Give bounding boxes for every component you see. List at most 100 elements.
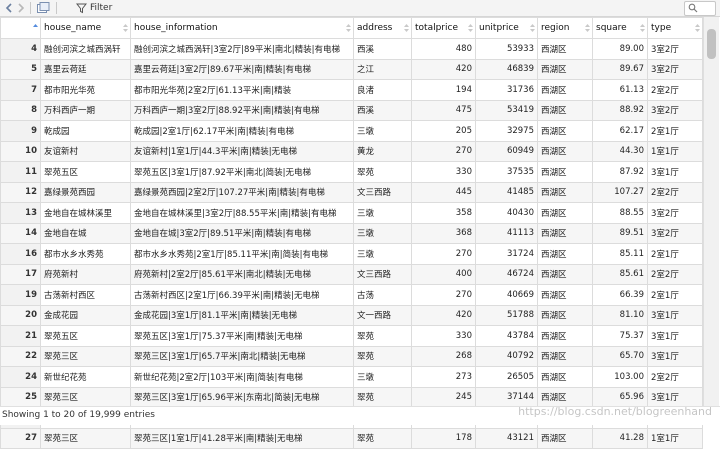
- table-cell: 文三西路: [353, 181, 412, 203]
- table-cell: 西湖区: [537, 304, 593, 326]
- table-cell: 2室2厅: [647, 366, 703, 388]
- table-cell: 43784: [475, 325, 538, 347]
- table-row[interactable]: 10 友谊新村 友谊新村|1室1厅|44.3平米|南|精装|无电梯 黄龙 270 6094…: [0, 140, 703, 162]
- column-header-label: totalprice: [415, 23, 458, 33]
- table-cell: 翠苑: [353, 386, 412, 408]
- table-row[interactable]: 17 府苑新村 府苑新村|2室2厅|85.61平米|南北|精装|无电梯 文三西路 400…: [0, 263, 703, 285]
- sort-icon[interactable]: [123, 24, 128, 32]
- column-header-3[interactable]: address: [353, 17, 412, 39]
- table-cell: 西湖区: [537, 263, 593, 285]
- table-cell: 翠苑三区: [40, 345, 131, 367]
- sort-icon[interactable]: [530, 24, 535, 32]
- column-header-5[interactable]: unitprice: [475, 17, 538, 39]
- sort-icon[interactable]: [346, 24, 351, 32]
- table-cell: 3室2厅: [647, 58, 703, 80]
- table-cell: 翠苑: [353, 161, 412, 183]
- row-number-cell: 25: [0, 386, 41, 408]
- back-forward-icon[interactable]: [4, 2, 26, 14]
- table-cell: 西湖区: [537, 38, 593, 60]
- row-number-cell: 19: [0, 284, 41, 306]
- row-number-header[interactable]: [0, 17, 41, 39]
- column-header-label: region: [541, 23, 570, 33]
- table-row[interactable]: 12 嘉绿景苑西园 嘉绿景苑西园|2室2厅|107.27平米|南|精装|有电梯 文三西…: [0, 181, 703, 203]
- table-cell: 金地自在城林溪里: [40, 202, 131, 224]
- table-row[interactable]: 4 融创河滨之城西涡轩 融创河滨之城西涡轩|3室2厅|89平米|南北|精装|有电梯西…: [0, 38, 703, 60]
- table-cell: 88.55: [592, 202, 648, 224]
- column-header-label: square: [596, 23, 627, 33]
- table-cell: 1室1厅: [647, 140, 703, 162]
- filter-icon[interactable]: [76, 2, 87, 14]
- table-cell: 都市阳光华苑|2室2厅|61.13平米|南|精装: [130, 79, 354, 101]
- table-cell: 乾成园|2室1厅|62.17平米|南|精装|有电梯: [130, 120, 354, 142]
- sort-icon[interactable]: [404, 24, 409, 32]
- table-cell: 都市水乡水秀苑: [40, 243, 131, 265]
- sort-ascending-icon[interactable]: [33, 24, 38, 32]
- filter-button-label[interactable]: Filter: [90, 2, 112, 14]
- column-header-2[interactable]: house_information: [130, 17, 354, 39]
- table-cell: 178: [411, 427, 476, 449]
- column-header-label: house_information: [134, 23, 218, 33]
- table-cell: 西湖区: [537, 181, 593, 203]
- table-cell: 273: [411, 366, 476, 388]
- table-cell: 330: [411, 161, 476, 183]
- table-row[interactable]: 7 都市阳光华苑 都市阳光华苑|2室2厅|61.13平米|南|精装 良渚 194 3173…: [0, 79, 703, 101]
- table-cell: 翠苑五区: [40, 325, 131, 347]
- table-cell: 270: [411, 140, 476, 162]
- table-row[interactable]: 8 万科西庐一期 万科西庐一期|3室2厅|88.92平米|南|精装|有电梯 西溪 475…: [0, 99, 703, 121]
- table-row[interactable]: 13 金地自在城林溪里 金地自在城林溪里|3室2厅|88.55平米|南|精装|有电梯…: [0, 202, 703, 224]
- table-cell: 43121: [475, 427, 538, 449]
- new-window-icon[interactable]: [36, 2, 50, 14]
- table-cell: 三墩: [353, 202, 412, 224]
- table-body: 4 融创河滨之城西涡轩 融创河滨之城西涡轩|3室2厅|89平米|南北|精装|有电梯西…: [0, 38, 703, 449]
- table-row[interactable]: 14 金地自在城 金地自在城|3室2厅|89.51平米|南|精装|有电梯 三墩 368 4…: [0, 222, 703, 244]
- table-cell: 62.17: [592, 120, 648, 142]
- row-number-cell: 8: [0, 99, 41, 121]
- table-cell: 37535: [475, 161, 538, 183]
- table-cell: 245: [411, 386, 476, 408]
- vertical-scrollbar[interactable]: [703, 17, 719, 406]
- sort-icon[interactable]: [468, 24, 473, 32]
- column-header-6[interactable]: region: [537, 17, 593, 39]
- table-row[interactable]: 19 古荡新村西区 古荡新村西区|2室1厅|66.39平米|南|精装|无电梯 古荡 27…: [0, 284, 703, 306]
- table-cell: 3室1厅: [647, 325, 703, 347]
- table-cell: 三墩: [353, 222, 412, 244]
- table-cell: 翠苑五区: [40, 161, 131, 183]
- row-number-cell: 10: [0, 140, 41, 162]
- table-row[interactable]: 24 新世纪花苑 新世纪花苑|2室2厅|103平米|南|简装|有电梯 三墩 273 265…: [0, 366, 703, 388]
- sort-icon[interactable]: [640, 24, 645, 32]
- table-cell: 府苑新村|2室2厅|85.61平米|南北|精装|无电梯: [130, 263, 354, 285]
- table-row[interactable]: 5 嘉里云荷廷 嘉里云荷廷|3室2厅|89.67平米|南|精装|有电梯 之江 420 46…: [0, 58, 703, 80]
- row-number-cell: 24: [0, 366, 41, 388]
- table-cell: 西湖区: [537, 161, 593, 183]
- sort-icon[interactable]: [585, 24, 590, 32]
- column-header-8[interactable]: type: [647, 17, 703, 39]
- column-header-7[interactable]: square: [592, 17, 648, 39]
- table-row[interactable]: 9 乾成园 乾成园|2室1厅|62.17平米|南|精装|有电梯 三墩 205 32975 西…: [0, 120, 703, 142]
- table-cell: 1室1厅: [647, 427, 703, 449]
- table-cell: 翠苑: [353, 345, 412, 367]
- table-cell: 嘉里云荷廷|3室2厅|89.67平米|南|精装|有电梯: [130, 58, 354, 80]
- search-input[interactable]: [684, 1, 716, 16]
- table-cell: 420: [411, 58, 476, 80]
- table-row[interactable]: 11 翠苑五区 翠苑五区|3室1厅|87.92平米|南北|简装|无电梯 翠苑 330 37…: [0, 161, 703, 183]
- table-cell: 翠苑三区|1室1厅|41.28平米|南|精装|无电梯: [130, 427, 354, 449]
- table-cell: 都市水乡水秀苑|2室1厅|85.11平米|南|简装|有电梯: [130, 243, 354, 265]
- table-cell: 西湖区: [537, 345, 593, 367]
- table-row[interactable]: 21 翠苑五区 翠苑五区|3室1厅|75.37平米|南|精装|无电梯 翠苑 330 437…: [0, 325, 703, 347]
- table-cell: 475: [411, 99, 476, 121]
- table-cell: 445: [411, 181, 476, 203]
- table-row[interactable]: 16 都市水乡水秀苑 都市水乡水秀苑|2室1厅|85.11平米|南|简装|有电梯 三墩…: [0, 243, 703, 265]
- column-header-1[interactable]: house_name: [40, 17, 131, 39]
- search-icon: [688, 3, 698, 13]
- table-row[interactable]: 27 翠苑三区 翠苑三区|1室1厅|41.28平米|南|精装|无电梯 翠苑 178 431…: [0, 427, 703, 449]
- scrollbar-thumb[interactable]: [707, 29, 716, 59]
- table-cell: 2室2厅: [647, 263, 703, 285]
- table-cell: 翠苑五区|3室1厅|75.37平米|南|精装|无电梯: [130, 325, 354, 347]
- table-cell: 368: [411, 222, 476, 244]
- table-row[interactable]: 22 翠苑三区 翠苑三区|3室1厅|65.7平米|南北|精装|无电梯 翠苑 268 407…: [0, 345, 703, 367]
- table-row[interactable]: 20 金成花园 金成花园|3室1厅|81.1平米|南|精装|无电梯 文一西路 420 51…: [0, 304, 703, 326]
- sort-icon[interactable]: [695, 24, 700, 32]
- column-header-4[interactable]: totalprice: [411, 17, 476, 39]
- row-number-cell: 12: [0, 181, 41, 203]
- row-number-cell: 4: [0, 38, 41, 60]
